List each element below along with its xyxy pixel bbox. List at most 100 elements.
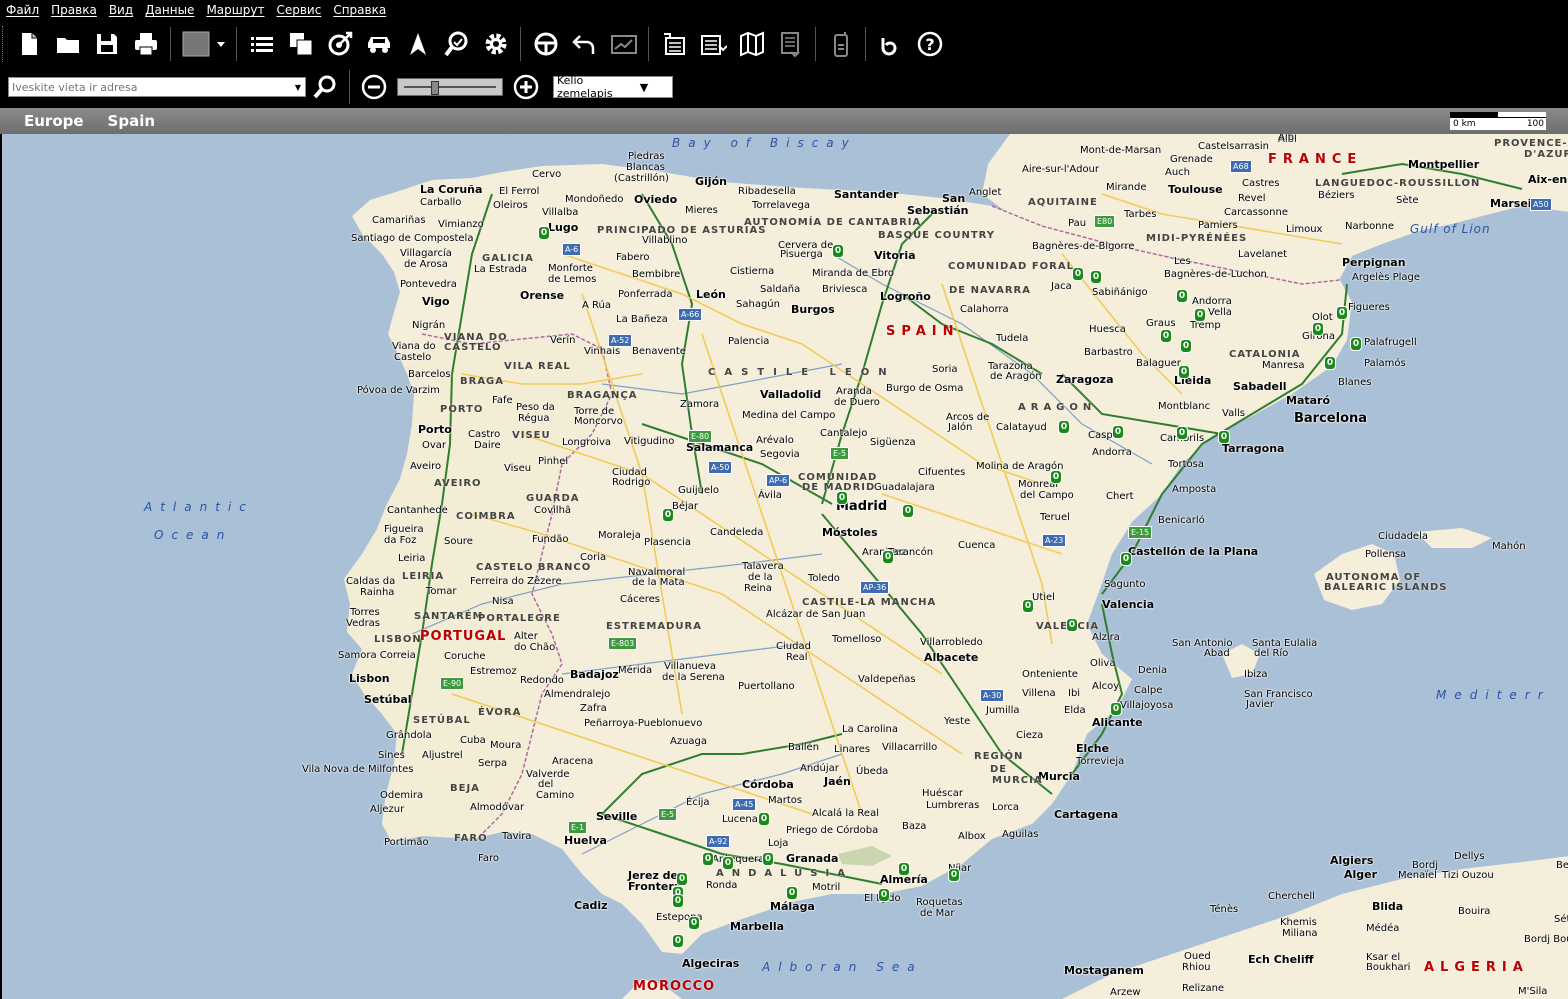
undo-button[interactable] bbox=[568, 26, 602, 62]
map-label[interactable]: Cantalejo bbox=[820, 428, 867, 439]
map-label[interactable]: (Castrillón) bbox=[614, 173, 669, 184]
map-label[interactable]: Seville bbox=[596, 811, 637, 822]
map-label[interactable]: Martos bbox=[768, 795, 802, 806]
map-label[interactable]: ANDALUSIA bbox=[716, 868, 853, 879]
map-label[interactable]: VILA REAL bbox=[504, 361, 571, 372]
map-label[interactable]: Blida bbox=[1372, 901, 1403, 912]
map-label[interactable]: Burgos bbox=[791, 304, 835, 315]
poi-marker-icon[interactable]: 0 bbox=[672, 894, 684, 908]
map-label[interactable]: REGIÓN bbox=[974, 751, 1023, 762]
map-label[interactable]: Javier bbox=[1246, 699, 1274, 710]
map-label[interactable]: Puertollano bbox=[738, 681, 795, 692]
map-label[interactable]: CASTELO BRANCO bbox=[476, 562, 591, 573]
map-label[interactable]: Sète bbox=[1396, 195, 1419, 206]
map-label[interactable]: Candeleda bbox=[710, 527, 763, 538]
map-label[interactable]: FARO bbox=[454, 833, 488, 844]
map-label[interactable]: Alcoy bbox=[1092, 681, 1119, 692]
map-label[interactable]: Covilhã bbox=[534, 505, 571, 516]
map-label[interactable]: Ciudad bbox=[776, 641, 811, 652]
map-label[interactable]: Tarancón bbox=[888, 547, 933, 558]
map-label[interactable]: Tizi Ouzou bbox=[1442, 870, 1494, 881]
map-label[interactable]: Bay of Biscay bbox=[672, 137, 857, 149]
map-label[interactable]: Pisuerga bbox=[780, 249, 823, 260]
map-label[interactable]: Andorra bbox=[1192, 296, 1232, 307]
poi-marker-icon[interactable]: 0 bbox=[1066, 618, 1078, 632]
map-label[interactable]: Ténès bbox=[1210, 904, 1238, 915]
map-label[interactable]: Tomar bbox=[426, 586, 457, 597]
map-label[interactable]: Arévalo bbox=[756, 435, 794, 446]
map-label[interactable]: Villajoyosa bbox=[1120, 700, 1173, 711]
map-label[interactable]: Valencia bbox=[1102, 599, 1154, 610]
map-label[interactable]: CASTELO bbox=[444, 342, 501, 353]
map-label[interactable]: Ferreira do Zêzere bbox=[470, 576, 562, 587]
map-label[interactable]: Benavente bbox=[632, 346, 686, 357]
map-label[interactable]: Jaca bbox=[1051, 281, 1072, 292]
map-label[interactable]: PRINCIPADO DE ASTURIAS bbox=[597, 225, 766, 236]
map-label[interactable]: Guadalajara bbox=[874, 482, 935, 493]
menu-service[interactable]: Сервис bbox=[270, 0, 327, 20]
map-label[interactable]: Setúbal bbox=[364, 694, 412, 705]
map-label[interactable]: Villagarcía bbox=[400, 248, 452, 259]
map-label[interactable]: Málaga bbox=[770, 901, 815, 912]
map-label[interactable]: Cartagena bbox=[1054, 809, 1118, 820]
map-label[interactable]: Alger bbox=[1344, 869, 1377, 880]
map-label[interactable]: ARAGON bbox=[1018, 402, 1096, 413]
map-label[interactable]: Blancas bbox=[626, 162, 665, 173]
map-label[interactable]: Rodrigo bbox=[612, 477, 650, 488]
map-label[interactable]: Boukhari bbox=[1366, 962, 1410, 973]
map-label[interactable]: Mondoñedo bbox=[565, 194, 624, 205]
map-label[interactable]: Jumilla bbox=[986, 705, 1020, 716]
map-label[interactable]: San bbox=[942, 193, 965, 204]
map-label[interactable]: Moraleja bbox=[598, 530, 641, 541]
poi-marker-icon[interactable]: 0 bbox=[1160, 329, 1172, 343]
map-label[interactable]: CATALONIA bbox=[1229, 349, 1300, 360]
map-label[interactable]: Camariñas bbox=[372, 215, 426, 226]
map-label[interactable]: Calahorra bbox=[960, 304, 1009, 315]
poi-marker-icon[interactable]: 0 bbox=[882, 550, 894, 564]
map-label[interactable]: BRAGANÇA bbox=[567, 390, 637, 401]
map-label[interactable]: Cieza bbox=[1016, 730, 1043, 741]
map-label[interactable]: BASQUE COUNTRY bbox=[878, 230, 995, 241]
map-label[interactable]: Barbastro bbox=[1084, 347, 1133, 358]
map-label[interactable]: Arzew bbox=[1110, 987, 1141, 998]
map-label[interactable]: Monforte bbox=[548, 263, 593, 274]
map-label[interactable]: Miliana bbox=[1282, 928, 1318, 939]
map-label[interactable]: Almodóvar bbox=[470, 802, 524, 813]
map-label[interactable]: PORTO bbox=[440, 404, 483, 415]
map-label[interactable]: Castelo bbox=[394, 352, 431, 363]
location-search-input[interactable] bbox=[9, 79, 291, 95]
map-label[interactable]: Samora Correia bbox=[338, 650, 416, 661]
menu-file[interactable]: Файл bbox=[0, 0, 45, 20]
zoom-slider[interactable] bbox=[397, 78, 503, 96]
location-search-combobox[interactable]: ▼ bbox=[8, 77, 306, 97]
map-label[interactable]: Nisa bbox=[492, 596, 514, 607]
map-label[interactable]: Anglet bbox=[969, 187, 1001, 198]
map-label[interactable]: Ciudadela bbox=[1378, 531, 1428, 542]
map-label[interactable]: Castelsarrasin bbox=[1198, 141, 1269, 152]
map-label[interactable]: Revel bbox=[1238, 193, 1266, 204]
map-label[interactable]: Andorra bbox=[1092, 447, 1132, 458]
map-label[interactable]: DE NAVARRA bbox=[949, 285, 1031, 296]
map-label[interactable]: Pontevedra bbox=[400, 279, 457, 290]
map-label[interactable]: Atlantic bbox=[144, 501, 254, 513]
map-label[interactable]: FRANCE bbox=[1268, 153, 1362, 166]
map-label[interactable]: Montblanc bbox=[1158, 401, 1210, 412]
map-label[interactable]: Torrelavega bbox=[752, 200, 810, 211]
map-label[interactable]: Figueres bbox=[1348, 302, 1390, 313]
map-label[interactable]: Cuba bbox=[460, 735, 486, 746]
import-button[interactable] bbox=[657, 26, 691, 62]
map-label[interactable]: Sahagún bbox=[736, 299, 780, 310]
map-label[interactable]: Baza bbox=[902, 821, 926, 832]
map-label[interactable]: Briviesca bbox=[822, 284, 867, 295]
poi-marker-icon[interactable]: 0 bbox=[786, 886, 798, 900]
map-label[interactable]: Pau bbox=[1068, 218, 1086, 229]
map-label[interactable]: de Duero bbox=[834, 397, 880, 408]
poi-marker-icon[interactable]: 0 bbox=[672, 934, 684, 948]
map-label[interactable]: Graus bbox=[1146, 318, 1176, 329]
map-label[interactable]: Cuenca bbox=[958, 540, 995, 551]
map-label[interactable]: La Bañeza bbox=[616, 314, 668, 325]
route-target-button[interactable] bbox=[323, 26, 357, 62]
map-label[interactable]: Tortosa bbox=[1168, 459, 1204, 470]
copy-window-button[interactable] bbox=[284, 26, 318, 62]
map-label[interactable]: SPAIN bbox=[886, 325, 959, 338]
